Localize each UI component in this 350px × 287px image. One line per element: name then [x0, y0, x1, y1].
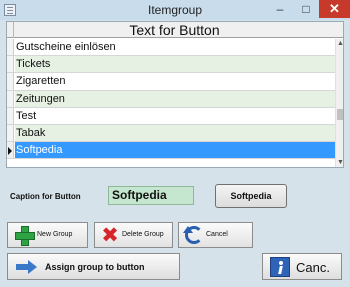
row-cell[interactable]: Tabak [15, 124, 335, 142]
row-header-current[interactable] [7, 142, 14, 159]
arrow-right-icon [16, 260, 38, 274]
row-header[interactable] [7, 107, 14, 124]
table-row[interactable]: Zigaretten [7, 73, 335, 91]
vertical-scrollbar[interactable]: ▲ ▼ [335, 39, 343, 167]
plus-icon [15, 226, 35, 246]
row-header[interactable] [7, 56, 14, 73]
scroll-thumb[interactable] [337, 109, 343, 120]
new-group-button[interactable]: New Group [7, 222, 88, 248]
grid-rows: Gutscheine einlösen Tickets Zigaretten Z… [7, 39, 335, 160]
row-header[interactable] [7, 73, 14, 90]
new-group-label: New Group [37, 231, 73, 238]
title-bar[interactable]: Itemgroup – □ ✕ [0, 0, 350, 20]
row-header[interactable] [7, 90, 14, 107]
row-cell[interactable]: Tickets [15, 56, 335, 73]
table-row[interactable]: Tabak [7, 124, 335, 143]
scroll-down-arrow-icon[interactable]: ▼ [336, 158, 343, 167]
row-cell-selected[interactable]: Softpedia [15, 142, 335, 159]
delete-x-icon: ✖ [101, 223, 119, 247]
table-row[interactable]: Tickets [7, 56, 335, 74]
caption-input[interactable]: Softpedia [108, 186, 194, 205]
scroll-up-arrow-icon[interactable]: ▲ [336, 39, 343, 48]
exit-label: Canc. [296, 260, 330, 275]
delete-group-button[interactable]: ✖ Delete Group [94, 222, 173, 248]
exit-door-icon [270, 257, 290, 277]
cancel-button[interactable]: Cancel [178, 222, 253, 248]
assign-group-label: Assign group to button [45, 262, 145, 272]
row-cell[interactable]: Zigaretten [15, 73, 335, 89]
caption-for-button-label: Caption for Button [10, 192, 81, 201]
exit-button[interactable]: Canc. [262, 253, 342, 280]
table-row[interactable]: Gutscheine einlösen [7, 39, 335, 57]
button-preview[interactable]: Softpedia [215, 184, 287, 208]
close-button[interactable]: ✕ [319, 0, 350, 18]
row-cell[interactable]: Zeitungen [15, 90, 335, 107]
delete-group-label: Delete Group [122, 231, 164, 238]
grid-header-corner [7, 22, 14, 38]
grid-header: Text for Button [7, 22, 343, 38]
minimize-button[interactable]: – [267, 0, 293, 18]
current-row-arrow-icon [8, 147, 12, 156]
assign-group-button[interactable]: Assign group to button [7, 253, 180, 280]
row-header[interactable] [7, 39, 14, 56]
itemgroup-window: Itemgroup – □ ✕ Text for Button Gutschei… [0, 0, 350, 287]
row-header[interactable] [7, 124, 14, 142]
table-row[interactable]: Test [7, 107, 335, 125]
table-row[interactable]: Zeitungen [7, 90, 335, 108]
cancel-label: Cancel [206, 231, 228, 238]
table-row-selected[interactable]: Softpedia [7, 142, 335, 160]
itemgroup-grid[interactable]: Text for Button Gutscheine einlösen Tick… [6, 21, 344, 168]
maximize-button[interactable]: □ [293, 0, 319, 18]
column-header-text-for-button[interactable]: Text for Button [14, 22, 335, 38]
row-cell[interactable]: Gutscheine einlösen [15, 39, 335, 55]
undo-icon [183, 226, 203, 244]
row-cell[interactable]: Test [15, 108, 335, 124]
